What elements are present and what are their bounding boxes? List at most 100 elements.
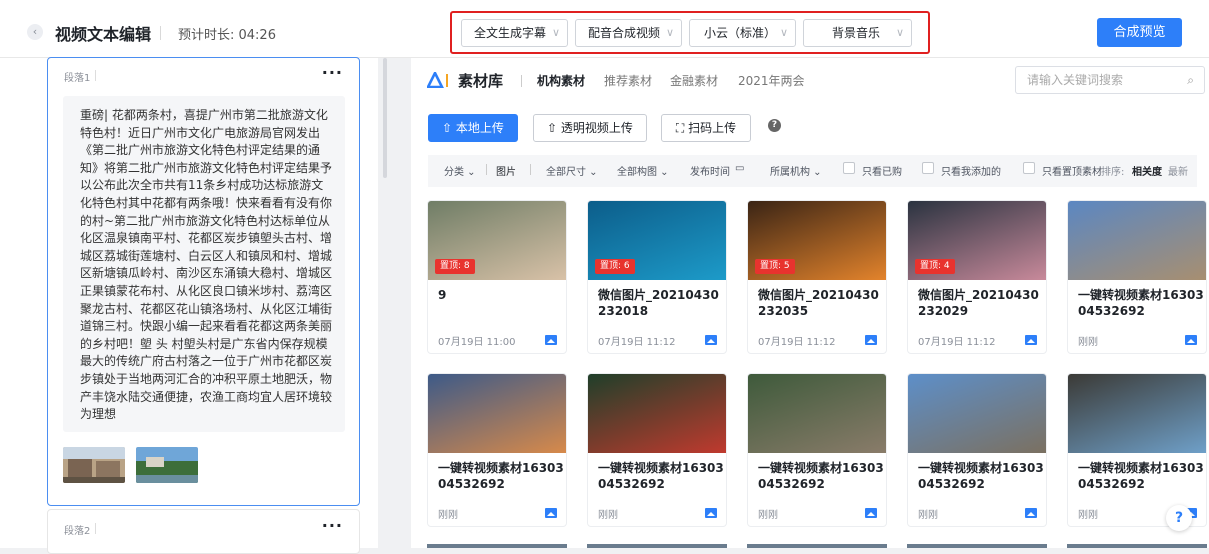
material-card[interactable]: 一键转视频素材1630304532692 刚刚 — [1067, 373, 1207, 527]
material-thumbnail[interactable] — [908, 374, 1046, 453]
pin-badge: 置顶: 5 — [755, 259, 795, 274]
material-thumbnail[interactable] — [588, 374, 726, 453]
material-card-partial — [907, 544, 1047, 548]
title-divider — [160, 26, 161, 40]
material-card[interactable]: 一键转视频素材1630304532692 刚刚 — [907, 373, 1047, 527]
image-type-icon — [1025, 508, 1037, 518]
material-card[interactable]: 一键转视频素材1630304532692 刚刚 — [1067, 200, 1207, 354]
tab-two-sessions[interactable]: 2021年两会 — [738, 72, 805, 89]
material-card-partial — [427, 544, 567, 548]
bgm-dropdown[interactable]: 背景音乐 ∨ — [803, 19, 912, 47]
material-title: 微信图片_20210430232029 — [918, 288, 1039, 318]
dubbing-mode-label: 配音合成视频 — [588, 26, 661, 40]
segment-text[interactable]: 重磅| 花都两条村，喜提广州市第二批旅游文化特色村！近日广州市文化广电旅游局官网… — [63, 96, 345, 432]
sort-relevance[interactable]: 相关度 — [1132, 163, 1162, 178]
category-filter[interactable]: 分类 ⌄ — [444, 163, 476, 178]
image-type-icon — [705, 508, 717, 518]
only-pinned-label: 只看置顶素材 — [1042, 167, 1102, 178]
material-card[interactable]: 置顶: 5 微信图片_20210430232035 07月19日 11:12 — [747, 200, 887, 354]
material-title: 一键转视频素材1630304532692 — [1078, 288, 1204, 318]
help-float-button[interactable]: ? — [1166, 505, 1192, 531]
material-card[interactable]: 一键转视频素材1630304532692 刚刚 — [747, 373, 887, 527]
scan-icon: ⛶ — [675, 121, 689, 135]
estimated-duration: 预计时长: 04:26 — [178, 28, 276, 43]
chevron-down-icon: ∨ — [665, 26, 674, 39]
material-card-partial — [587, 544, 727, 548]
segment-card[interactable]: 段落1 ··· 重磅| 花都两条村，喜提广州市第二批旅游文化特色村！近日广州市文… — [47, 57, 360, 506]
material-card[interactable]: 一键转视频素材1630304532692 刚刚 — [427, 373, 567, 527]
scrollbar[interactable] — [383, 58, 387, 178]
local-upload-button[interactable]: ⇧ 本地上传 — [428, 114, 518, 142]
page-title: 视频文本编辑 — [55, 25, 152, 44]
material-title: 微信图片_20210430232018 — [598, 288, 719, 318]
material-card[interactable]: 置顶: 8 9 07月19日 11:00 — [427, 200, 567, 354]
scan-upload-label: 扫码上传 — [688, 121, 737, 135]
material-card[interactable]: 置顶: 4 微信图片_20210430232029 07月19日 11:12 — [907, 200, 1047, 354]
material-thumbnail[interactable] — [428, 374, 566, 453]
search-placeholder: 请输入关键词搜索 — [1027, 73, 1124, 87]
top-bar: ‹ 视频文本编辑 预计时长: 04:26 全文生成字幕 ∨ 配音合成视频 ∨ 小云（… — [0, 0, 1209, 58]
tab-recommended-materials[interactable]: 推荐素材 — [604, 72, 652, 89]
material-thumbnail[interactable] — [1068, 374, 1206, 453]
segment-label: 段落1 — [64, 73, 91, 84]
filter-divider — [530, 164, 531, 175]
only-bought-checkbox[interactable] — [843, 162, 855, 174]
image-type-icon — [865, 335, 877, 345]
calendar-icon[interactable]: ▭ — [735, 163, 744, 174]
image-type-icon — [1025, 335, 1037, 345]
material-date: 刚刚 — [438, 510, 458, 521]
publish-time-filter[interactable]: 发布时间 — [690, 163, 730, 178]
sort-label: 排序: — [1101, 167, 1125, 178]
composition-filter[interactable]: 全部构图 ⌄ — [617, 163, 669, 178]
material-thumbnail[interactable] — [1068, 201, 1206, 280]
upload-icon: ⇧ — [547, 121, 561, 135]
material-date: 刚刚 — [918, 510, 938, 521]
title-divider — [521, 75, 522, 87]
size-filter[interactable]: 全部尺寸 ⌄ — [546, 163, 598, 178]
dubbing-mode-dropdown[interactable]: 配音合成视频 ∨ — [575, 19, 682, 47]
segment-card[interactable]: 段落2 ··· — [47, 509, 360, 554]
search-icon[interactable]: ⌕ — [1187, 67, 1194, 93]
org-filter[interactable]: 所属机构 ⌄ — [770, 163, 822, 178]
material-card[interactable]: 置顶: 6 微信图片_20210430232018 07月19日 11:12 — [587, 200, 727, 354]
voice-label: 小云（标准） — [704, 26, 777, 40]
material-card-partial — [1067, 544, 1207, 548]
segment-image-thumbnail[interactable] — [63, 447, 125, 483]
pin-badge: 置顶: 8 — [435, 259, 475, 274]
help-icon[interactable]: ? — [768, 119, 781, 132]
more-dots-icon[interactable]: ··· — [322, 63, 343, 82]
transparent-upload-label: 透明视频上传 — [560, 121, 633, 135]
material-title: 一键转视频素材1630304532692 — [1078, 461, 1204, 491]
scan-upload-button[interactable]: ⛶ 扫码上传 — [661, 114, 751, 142]
segment-label: 段落2 — [64, 526, 91, 537]
image-filter[interactable]: 图片 — [496, 163, 516, 178]
material-date: 07月19日 11:12 — [598, 337, 676, 348]
chevron-down-icon: ∨ — [551, 26, 560, 39]
image-type-icon — [705, 335, 717, 345]
material-date: 07月19日 11:12 — [758, 337, 836, 348]
material-date: 刚刚 — [598, 510, 618, 521]
sort-newest[interactable]: 最新 — [1168, 163, 1188, 178]
transparent-video-upload-button[interactable]: ⇧ 透明视频上传 — [533, 114, 647, 142]
only-bought-label: 只看已购 — [862, 167, 902, 178]
material-date: 07月19日 11:00 — [438, 337, 516, 348]
voice-dropdown[interactable]: 小云（标准） ∨ — [689, 19, 796, 47]
tab-finance-materials[interactable]: 金融素材 — [670, 72, 718, 89]
material-card[interactable]: 一键转视频素材1630304532692 刚刚 — [587, 373, 727, 527]
material-title: 一键转视频素材1630304532692 — [598, 461, 724, 491]
search-input[interactable]: 请输入关键词搜索 ⌕ — [1015, 66, 1205, 94]
material-date: 刚刚 — [758, 510, 778, 521]
material-card-partial — [747, 544, 887, 548]
material-thumbnail[interactable] — [748, 374, 886, 453]
only-pinned-checkbox[interactable] — [1023, 162, 1035, 174]
chevron-down-icon: ∨ — [779, 26, 788, 39]
compose-preview-button[interactable]: 合成预览 — [1097, 18, 1182, 47]
image-type-icon — [545, 508, 557, 518]
subtitle-mode-dropdown[interactable]: 全文生成字幕 ∨ — [461, 19, 568, 47]
segment-image-thumbnail[interactable] — [136, 447, 198, 483]
bgm-label: 背景音乐 — [832, 26, 881, 40]
chevron-left-icon[interactable]: ‹ — [27, 24, 43, 40]
only-added-checkbox[interactable] — [922, 162, 934, 174]
more-dots-icon[interactable]: ··· — [322, 516, 343, 535]
tab-org-materials[interactable]: 机构素材 — [537, 72, 585, 89]
